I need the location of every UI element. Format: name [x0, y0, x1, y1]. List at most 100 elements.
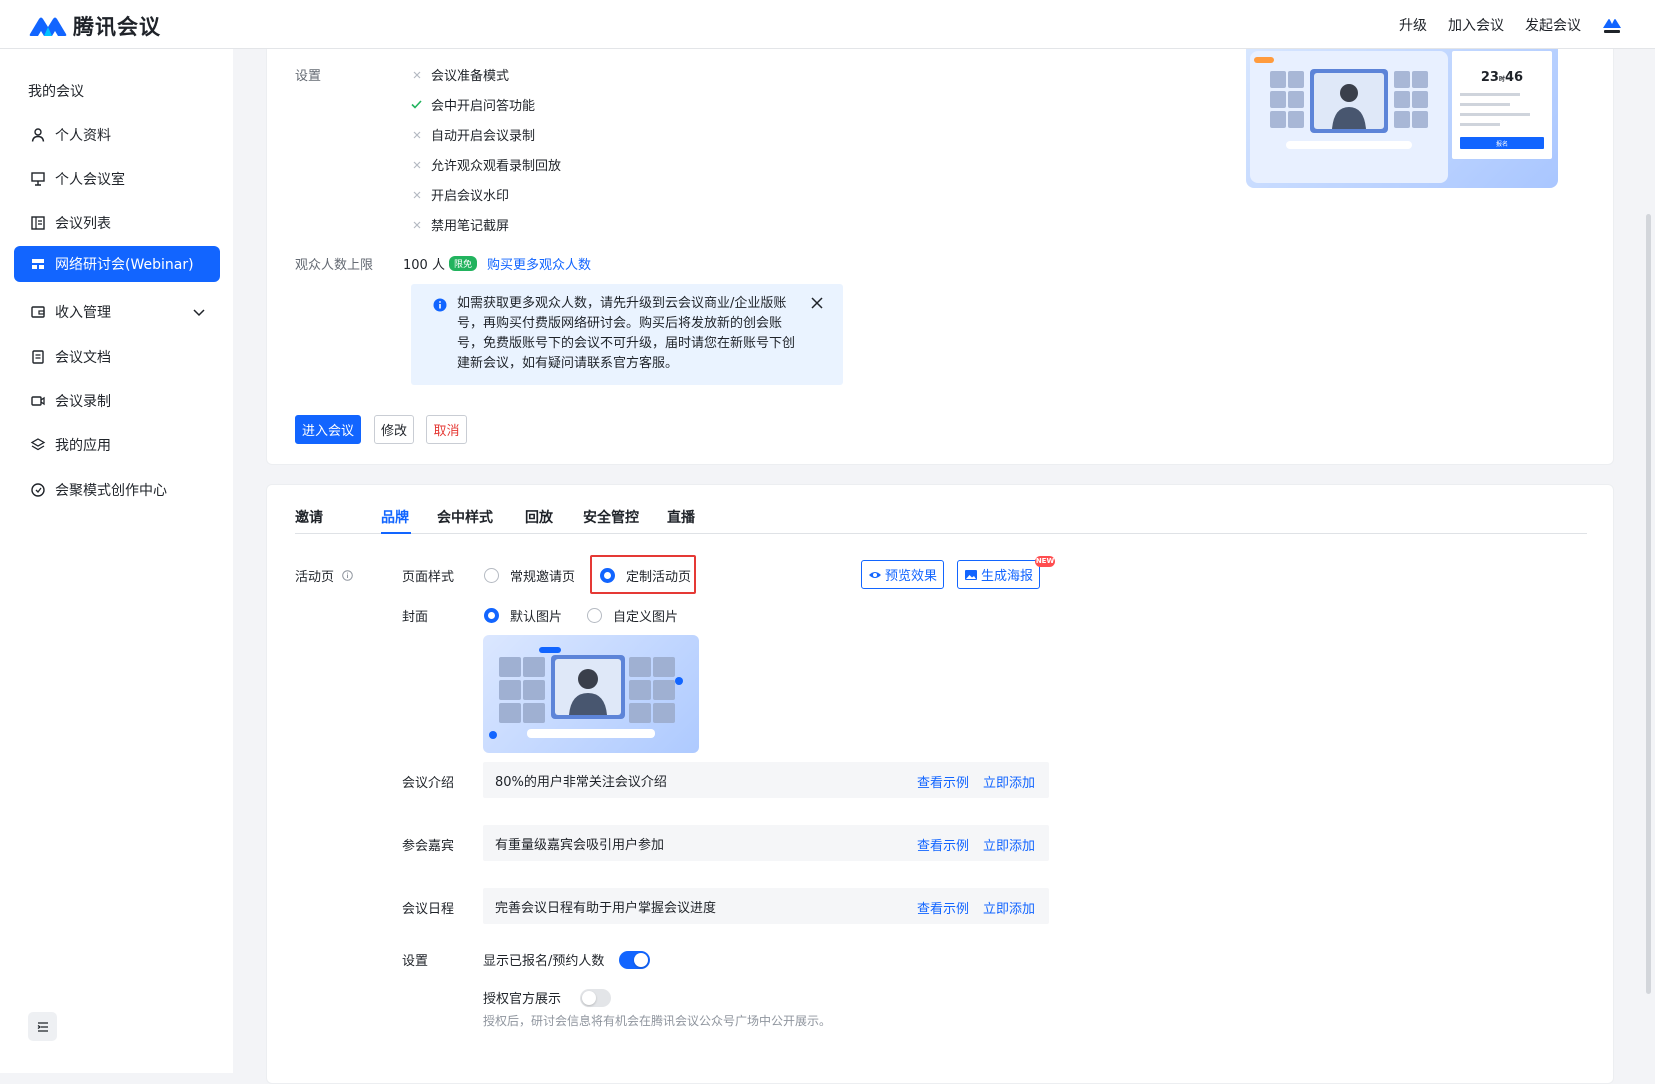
sidebar-item-meeting-list[interactable]: 会议列表: [14, 205, 220, 241]
radio-dot[interactable]: [587, 608, 602, 623]
radio-custom-image[interactable]: 自定义图片: [587, 606, 678, 625]
upgrade-link[interactable]: 升级: [1399, 15, 1427, 35]
show-count-label: 显示已报名/预约人数: [483, 954, 605, 969]
page-scrollbar[interactable]: [1646, 214, 1651, 994]
view-example-link[interactable]: 查看示例: [917, 902, 969, 917]
webinar-scene-illustration: 23时46 报名: [1250, 51, 1552, 183]
field-placeholder: 有重量级嘉宾会吸引用户参加: [495, 837, 665, 853]
top-bar: 腾讯会议 升级 加入会议 发起会议: [0, 0, 1655, 49]
setting-row: 允许观众观看录制回放: [411, 155, 561, 174]
radio-dot[interactable]: [484, 568, 499, 583]
add-now-link[interactable]: 立即添加: [983, 776, 1035, 791]
tab-invite[interactable]: 邀请: [295, 507, 323, 527]
authorize-label: 授权官方展示: [483, 992, 562, 1007]
sidebar-item-label: 个人会议室: [55, 172, 125, 188]
edit-meeting-button[interactable]: 修改: [374, 415, 414, 444]
view-example-link[interactable]: 查看示例: [917, 839, 969, 854]
cross-icon: [413, 191, 420, 198]
meeting-info-card: 设置 会议准备模式 会中开启问答功能 自动开启会议录制 允许观众观看录制回放 开…: [266, 49, 1614, 465]
sidebar-item-label: 会议录制: [55, 394, 111, 410]
sidebar-item-label: 我的应用: [55, 438, 111, 454]
wallet-icon: [31, 306, 45, 318]
setting-label: 禁用笔记截屏: [431, 219, 510, 234]
activity-page-preview: 23时46 报名: [1246, 49, 1558, 188]
sidebar-item-documents[interactable]: 会议文档: [14, 339, 220, 375]
cancel-meeting-button[interactable]: 取消: [426, 415, 467, 444]
radio-default-image[interactable]: 默认图片: [484, 606, 562, 625]
tab-brand[interactable]: 品牌: [381, 507, 409, 527]
tab-in-meeting-style[interactable]: 会中样式: [437, 507, 493, 527]
cover-image[interactable]: [483, 635, 699, 753]
sidebar-item-income[interactable]: 收入管理: [14, 294, 220, 330]
field-placeholder: 完善会议日程有助于用户掌握会议进度: [495, 900, 717, 916]
sidebar-item-label: 个人资料: [55, 128, 111, 144]
generate-poster-label: 生成海报: [981, 569, 1034, 584]
radio-custom-activity-page[interactable]: 定制活动页: [600, 566, 691, 585]
setting-label: 开启会议水印: [431, 189, 510, 204]
active-tab-indicator: [381, 532, 411, 534]
document-icon: [32, 350, 44, 364]
view-example-link[interactable]: 查看示例: [917, 776, 969, 791]
sidebar-item-label: 会议列表: [55, 216, 111, 232]
check-icon: [411, 100, 422, 109]
webinar-cover-illustration: [489, 647, 683, 739]
tab-live[interactable]: 直播: [667, 507, 695, 527]
brand-settings-label: 设置: [402, 954, 429, 969]
chevron-down-icon[interactable]: [192, 305, 206, 319]
sidebar-item-label: 会议文档: [55, 350, 111, 366]
brand-name: 腾讯会议: [73, 15, 161, 39]
setting-label: 会议准备模式: [431, 69, 510, 84]
new-badge: NEW: [1035, 556, 1055, 567]
cross-icon: [413, 161, 420, 168]
close-icon[interactable]: [810, 296, 824, 310]
setting-row: 会议准备模式: [411, 65, 509, 84]
guests-field[interactable]: 有重量级嘉宾会吸引用户参加 查看示例 立即添加: [483, 825, 1049, 861]
setting-label: 会中开启问答功能: [431, 99, 536, 114]
tab-playback[interactable]: 回放: [525, 507, 553, 527]
layers-icon: [30, 438, 46, 451]
authorize-toggle[interactable]: [580, 989, 611, 1007]
radio-label: 常规邀请页: [510, 570, 576, 585]
notice-text: 如需获取更多观众人数，请先升级到云会议商业/企业版账号，再购买付费版网络研讨会。…: [457, 296, 796, 371]
cross-icon: [413, 221, 420, 228]
add-now-link[interactable]: 立即添加: [983, 902, 1035, 917]
generate-poster-button[interactable]: 生成海报: [957, 560, 1041, 589]
agenda-field[interactable]: 完善会议日程有助于用户掌握会议进度 查看示例 立即添加: [483, 888, 1049, 924]
intro-field[interactable]: 80%的用户非常关注会议介绍 查看示例 立即添加: [483, 762, 1049, 798]
countdown-hours: 23: [1481, 70, 1499, 85]
activity-page-label: 活动页: [295, 566, 353, 585]
avatar[interactable]: [1601, 14, 1623, 36]
sidebar-item-my-apps[interactable]: 我的应用: [14, 427, 220, 463]
preview-effect-button[interactable]: 预览效果: [861, 560, 945, 589]
start-meeting-link[interactable]: 发起会议: [1525, 15, 1581, 35]
sidebar-item-recording[interactable]: 会议录制: [14, 383, 220, 419]
camera-icon: [31, 396, 45, 406]
setting-label: 自动开启会议录制: [431, 129, 536, 144]
info-outline-icon[interactable]: [342, 570, 353, 581]
join-meeting-link[interactable]: 加入会议: [1448, 15, 1504, 35]
brand-settings-card: 邀请 品牌 会中样式 回放 安全管控 直播 活动页 页面样式 常规邀请页 定制活…: [266, 484, 1614, 1084]
tab-security[interactable]: 安全管控: [583, 507, 639, 527]
creation-icon: [31, 483, 45, 497]
sidebar-item-label: 收入管理: [55, 305, 111, 321]
preview-effect-label: 预览效果: [885, 569, 938, 584]
brand-logo[interactable]: 腾讯会议: [28, 11, 161, 41]
enter-meeting-button[interactable]: 进入会议: [295, 415, 361, 444]
menu-collapse-icon: [37, 1021, 48, 1032]
setting-row: 会中开启问答功能: [411, 95, 535, 114]
sidebar-item-creation-center[interactable]: 会聚模式创作中心: [14, 472, 220, 508]
radio-regular-invite-page[interactable]: 常规邀请页: [484, 566, 575, 585]
radio-dot[interactable]: [600, 568, 615, 583]
show-count-toggle[interactable]: [619, 951, 650, 969]
collapse-sidebar-button[interactable]: [28, 1012, 57, 1041]
sidebar-item-profile[interactable]: 个人资料: [14, 117, 220, 153]
radio-dot[interactable]: [484, 608, 499, 623]
sidebar-item-personal-room[interactable]: 个人会议室: [14, 161, 220, 197]
settings-label: 设置: [295, 69, 322, 84]
sidebar-item-webinar[interactable]: 网络研讨会(Webinar): [14, 246, 220, 282]
settings-tabs: 邀请 品牌 会中样式 回放 安全管控 直播: [295, 507, 1587, 534]
buy-audience-link[interactable]: 购买更多观众人数: [487, 258, 591, 273]
add-now-link[interactable]: 立即添加: [983, 839, 1035, 854]
setting-row: 禁用笔记截屏: [411, 215, 509, 234]
agenda-label: 会议日程: [402, 902, 455, 917]
